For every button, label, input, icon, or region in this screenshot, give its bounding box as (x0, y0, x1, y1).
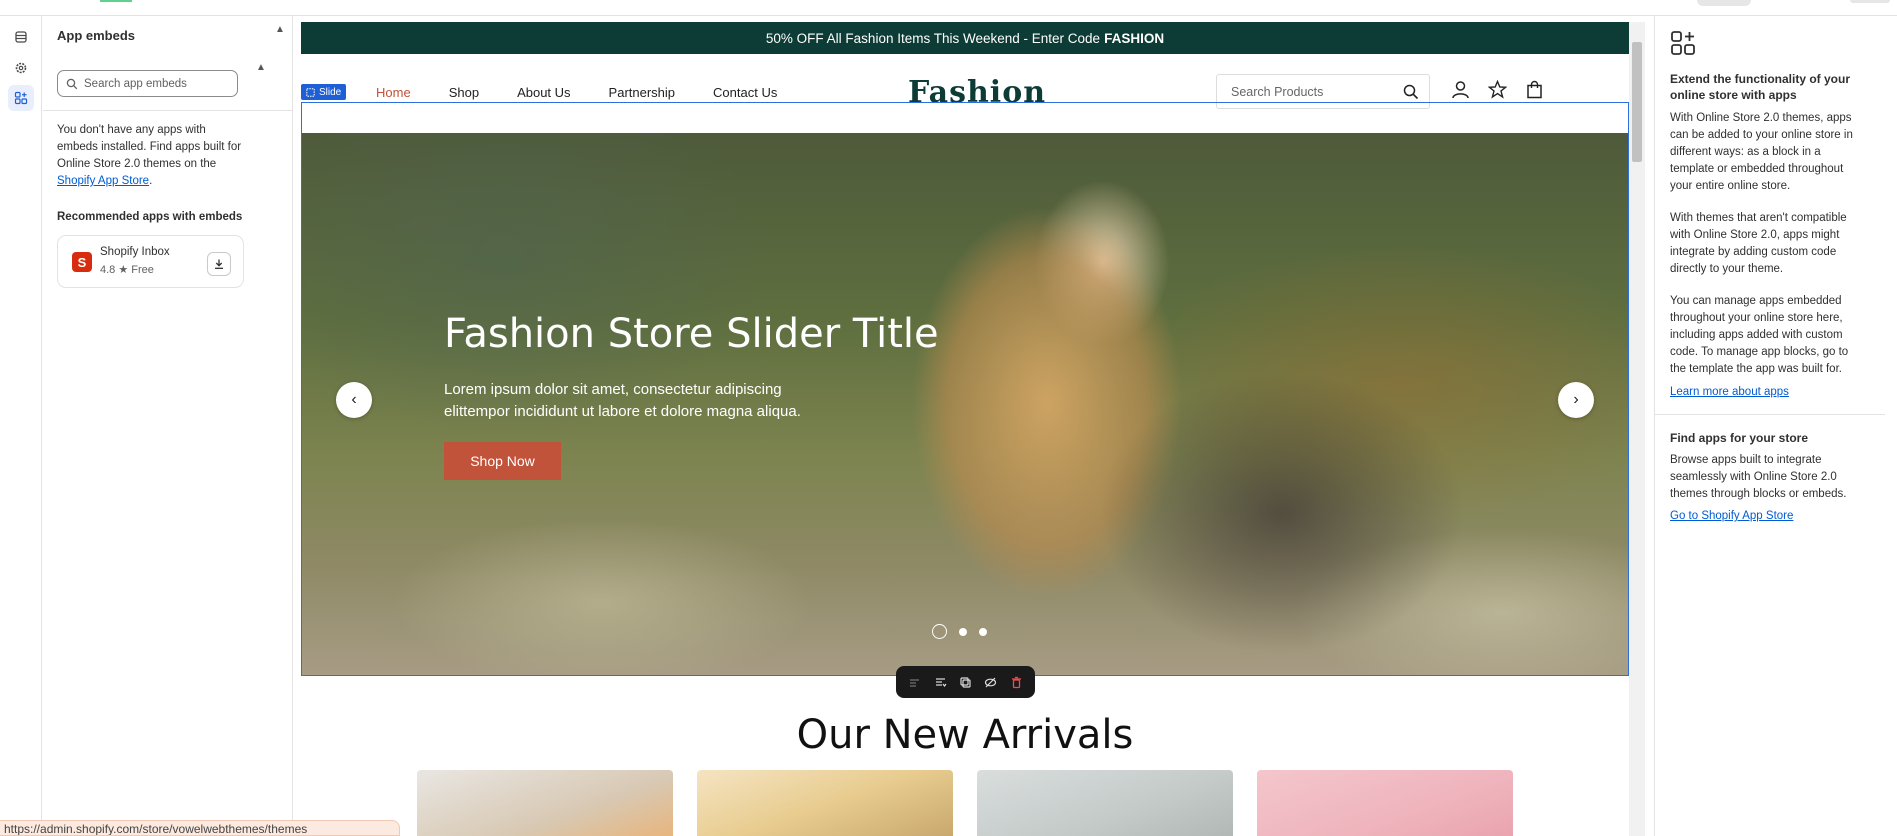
delete-trash-icon[interactable] (1010, 676, 1023, 689)
nav-partnership[interactable]: Partnership (609, 85, 675, 100)
help-divider (1655, 414, 1885, 415)
app-embeds-search[interactable] (57, 70, 238, 97)
help-paragraph-4: Browse apps built to integrate seamlessl… (1670, 454, 1847, 500)
product-image-4[interactable] (1257, 770, 1513, 836)
top-toggle[interactable] (1697, 0, 1751, 6)
announcement-code: FASHION (1104, 30, 1165, 46)
product-image-3[interactable] (977, 770, 1233, 836)
store-preview: 50% OFF All Fashion Items This Weekend -… (301, 22, 1629, 836)
app-name: Shopify Inbox (100, 246, 170, 258)
main-nav: Home Shop About Us Partnership Contact U… (376, 85, 777, 100)
download-icon[interactable] (207, 252, 231, 276)
nav-shop[interactable]: Shop (449, 85, 479, 100)
help-paragraph-1: With Online Store 2.0 themes, apps can b… (1670, 112, 1853, 192)
sections-icon[interactable] (8, 24, 34, 50)
move-up-icon[interactable] (908, 676, 921, 689)
arrivals-heading: Our New Arrivals (796, 712, 1134, 758)
panel-title: App embeds (57, 28, 136, 43)
duplicate-icon[interactable] (959, 676, 972, 689)
collapse-chevron-icon[interactable]: ▲ (256, 62, 266, 73)
announcement-bar: 50% OFF All Fashion Items This Weekend -… (301, 22, 1629, 54)
apps-grid-icon (1671, 31, 1695, 55)
move-down-icon[interactable] (934, 676, 947, 689)
select-icon (306, 87, 315, 97)
help-paragraph-2: With themes that aren't compatible with … (1670, 212, 1847, 275)
nav-about-us[interactable]: About Us (517, 85, 570, 100)
app-price: Free (131, 264, 154, 276)
product-image-2[interactable] (697, 770, 953, 836)
preview-scrollbar[interactable] (1629, 22, 1645, 836)
wishlist-star-icon[interactable] (1488, 80, 1507, 99)
help-heading-extend: Extend the functionality of your online … (1670, 72, 1851, 102)
empty-state-period: . (149, 175, 153, 187)
scroll-up-icon[interactable]: ▲ (275, 24, 285, 35)
announcement-text: 50% OFF All Fashion Items This Weekend -… (765, 30, 1101, 46)
app-embeds-icon[interactable] (8, 85, 34, 111)
section-toolbar (896, 666, 1035, 698)
section-selection-outline (301, 102, 1629, 676)
cart-bag-icon[interactable] (1525, 80, 1544, 99)
left-rail (0, 16, 42, 836)
empty-state-text: You don't have any apps with embeds inst… (57, 122, 247, 190)
status-url-bar: https://admin.shopify.com/store/vowelweb… (0, 820, 400, 836)
top-indicator (100, 0, 132, 2)
go-to-app-store-link[interactable]: Go to Shopify App Store (1670, 510, 1793, 522)
help-panel: Extend the functionality of your online … (1654, 16, 1897, 836)
empty-state-message: You don't have any apps with embeds inst… (57, 124, 242, 170)
shopify-inbox-logo: S (72, 252, 92, 272)
search-icon[interactable] (1403, 84, 1419, 100)
scrollbar-thumb[interactable] (1632, 42, 1642, 162)
store-search-placeholder: Search Products (1231, 84, 1324, 99)
top-strip (0, 0, 1897, 16)
settings-gear-icon[interactable] (8, 55, 34, 81)
panel-divider (43, 110, 292, 111)
nav-contact-us[interactable]: Contact Us (713, 85, 777, 100)
help-paragraph-3: You can manage apps embedded throughout … (1670, 295, 1849, 375)
shopify-app-store-link[interactable]: Shopify App Store (57, 175, 149, 187)
star-icon: ★ (118, 264, 129, 276)
search-input[interactable] (84, 77, 234, 90)
learn-more-link[interactable]: Learn more about apps (1670, 386, 1789, 398)
top-control[interactable] (1850, 0, 1890, 3)
account-icon[interactable] (1451, 80, 1470, 99)
search-icon (66, 78, 78, 89)
nav-home[interactable]: Home (376, 85, 411, 100)
app-card-shopify-inbox[interactable]: S Shopify Inbox 4.8 ★ Free (57, 235, 244, 288)
app-embeds-panel: App embeds ▲ ▲ You don't have any apps w… (43, 16, 293, 836)
section-tag-label: Slide (319, 86, 342, 98)
app-meta: 4.8 ★ Free (100, 263, 154, 276)
section-tag[interactable]: Slide (301, 84, 347, 100)
help-heading-find: Find apps for your store (1670, 431, 1809, 445)
product-image-1[interactable] (417, 770, 673, 836)
header-icons (1451, 80, 1544, 99)
recommended-title: Recommended apps with embeds (57, 211, 243, 223)
app-rating: 4.8 (100, 264, 116, 276)
hide-eye-icon[interactable] (984, 676, 997, 689)
